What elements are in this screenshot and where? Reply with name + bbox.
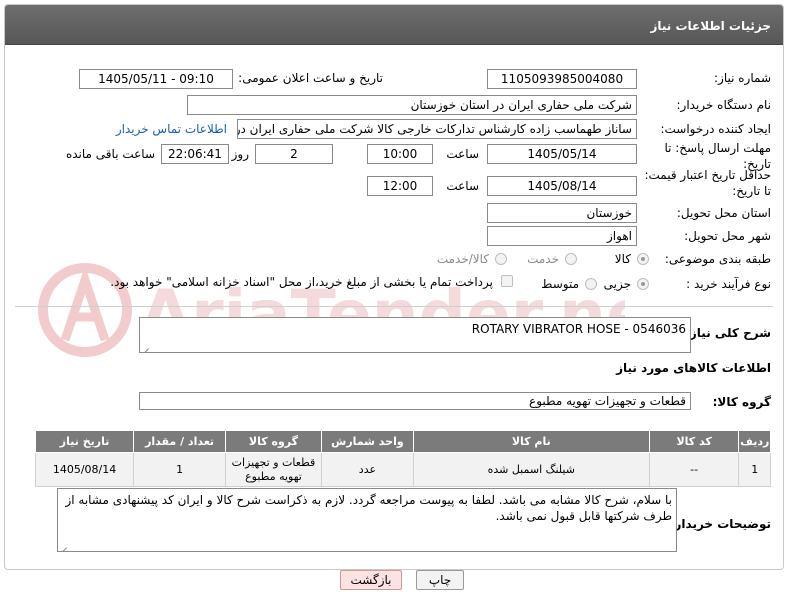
resize-handle[interactable] [60, 541, 68, 549]
deadline-time-field[interactable]: 10:00 [367, 144, 433, 164]
creator-field[interactable]: ساناز طهماسب زاده کارشناس تدارکات خارجی … [237, 119, 637, 139]
category-radio-service[interactable] [565, 253, 577, 265]
validity-time-word: ساعت [446, 179, 479, 193]
validity-time-field[interactable]: 12:00 [367, 176, 433, 196]
cell-row: 1 [738, 452, 771, 487]
purchase-type-label: نوع فرآیند خرید : [686, 277, 771, 291]
separator [15, 306, 773, 307]
summary-label: شرح کلی نیاز: [685, 326, 771, 340]
print-button[interactable]: چاپ [416, 570, 464, 590]
purchase-radio-minor[interactable] [637, 278, 649, 290]
city-field[interactable]: اهواز [487, 226, 637, 246]
deadline-label-line1: مهلت ارسال پاسخ: تا [664, 141, 771, 155]
creator-label: ایجاد کننده درخواست: [660, 122, 771, 136]
category-label: طبقه بندی موضوعی: [664, 252, 771, 266]
cell-unit: عدد [321, 452, 414, 487]
items-table: ردیف کد کالا نام کالا واحد شمارش گروه کا… [34, 430, 771, 487]
panel-header: جزئیات اطلاعات نیاز [5, 5, 783, 45]
goods-group-field[interactable]: قطعات و تجهیزات تهویه مطبوع [139, 392, 691, 410]
col-qty: تعداد / مقدار [133, 430, 226, 453]
goods-group-label: گروه کالا: [712, 395, 771, 409]
need-number-field[interactable]: 1105093985004080 [487, 69, 637, 89]
cell-group: قطعات و تجهیزات تهویه مطبوع [224, 452, 323, 487]
back-button[interactable]: بازگشت [340, 570, 402, 590]
category-option-goods-service: کالا/خدمت [436, 252, 489, 266]
buyer-contact-link[interactable]: اطلاعات تماس خریدار [116, 122, 227, 136]
buyer-label: نام دستگاه خریدار: [676, 98, 772, 112]
days-field[interactable]: 2 [255, 144, 333, 164]
buyer-notes-text: با سلام، شرح کالا مشابه می باشد. لطفا به… [65, 493, 672, 523]
panel-title: جزئیات اطلاعات نیاز [650, 19, 771, 33]
summary-field[interactable]: ROTARY VIBRATOR HOSE - 0546036 [139, 317, 691, 353]
remaining-time-field[interactable]: 22:06:41 [161, 144, 229, 164]
col-code: کد کالا [648, 430, 740, 453]
validity-label-line2: تا تاریخ: [732, 184, 771, 198]
buyer-field[interactable]: شرکت ملی حفاری ایران در استان خوزستان [187, 95, 637, 115]
col-row: ردیف [738, 430, 771, 453]
cell-code: -- [648, 452, 740, 487]
category-radio-goods[interactable] [637, 253, 649, 265]
province-field[interactable]: خوزستان [487, 203, 637, 223]
resize-handle[interactable] [142, 342, 150, 350]
col-name: نام کالا [412, 430, 650, 453]
col-group: گروه کالا [224, 430, 323, 453]
validity-label-line1: حداقل تاریخ اعتبار قیمت: [644, 168, 771, 182]
table-header-row: ردیف کد کالا نام کالا واحد شمارش گروه کا… [34, 430, 771, 453]
col-date: تاریخ نیاز [34, 430, 135, 453]
buyer-notes-field[interactable]: با سلام، شرح کالا مشابه می باشد. لطفا به… [57, 488, 677, 552]
purchase-option-minor: جزیی [603, 277, 631, 291]
category-radio-goods-service[interactable] [495, 253, 507, 265]
col-unit: واحد شمارش [321, 430, 414, 453]
cell-name: شیلنگ اسمبل شده [412, 452, 650, 487]
announce-label: تاریخ و ساعت اعلان عمومی: [238, 71, 383, 85]
buyer-notes-label: توضیحات خریدار: [669, 517, 771, 531]
announce-field[interactable]: 1405/05/11 - 09:10 [79, 69, 233, 89]
treasury-note: پرداخت تمام یا بخشی از مبلغ خرید،از محل … [110, 275, 493, 289]
summary-text: ROTARY VIBRATOR HOSE - 0546036 [471, 322, 686, 336]
deadline-date-field[interactable]: 1405/05/14 [487, 144, 637, 164]
treasury-checkbox[interactable] [501, 275, 513, 287]
province-label: استان محل تحویل: [676, 206, 771, 220]
remaining-word: ساعت باقی مانده [65, 147, 155, 161]
category-option-service: خدمت [527, 252, 559, 266]
cell-qty: 1 [133, 452, 226, 487]
deadline-time-word: ساعت [446, 147, 479, 161]
purchase-radio-medium[interactable] [585, 278, 597, 290]
cell-date: 1405/08/14 [34, 452, 135, 487]
details-panel: جزئیات اطلاعات نیاز AriaTender.neT شماره… [4, 4, 784, 570]
table-row[interactable]: 1 -- شیلنگ اسمبل شده عدد قطعات و تجهیزات… [34, 452, 771, 487]
city-label: شهر محل تحویل: [684, 229, 771, 243]
goods-section-title: اطلاعات کالاهای مورد نیاز [616, 361, 771, 375]
need-number-label: شماره نیاز: [714, 71, 771, 85]
category-option-goods: کالا [614, 252, 631, 266]
purchase-option-medium: متوسط [541, 277, 579, 291]
validity-date-field[interactable]: 1405/08/14 [487, 176, 637, 196]
